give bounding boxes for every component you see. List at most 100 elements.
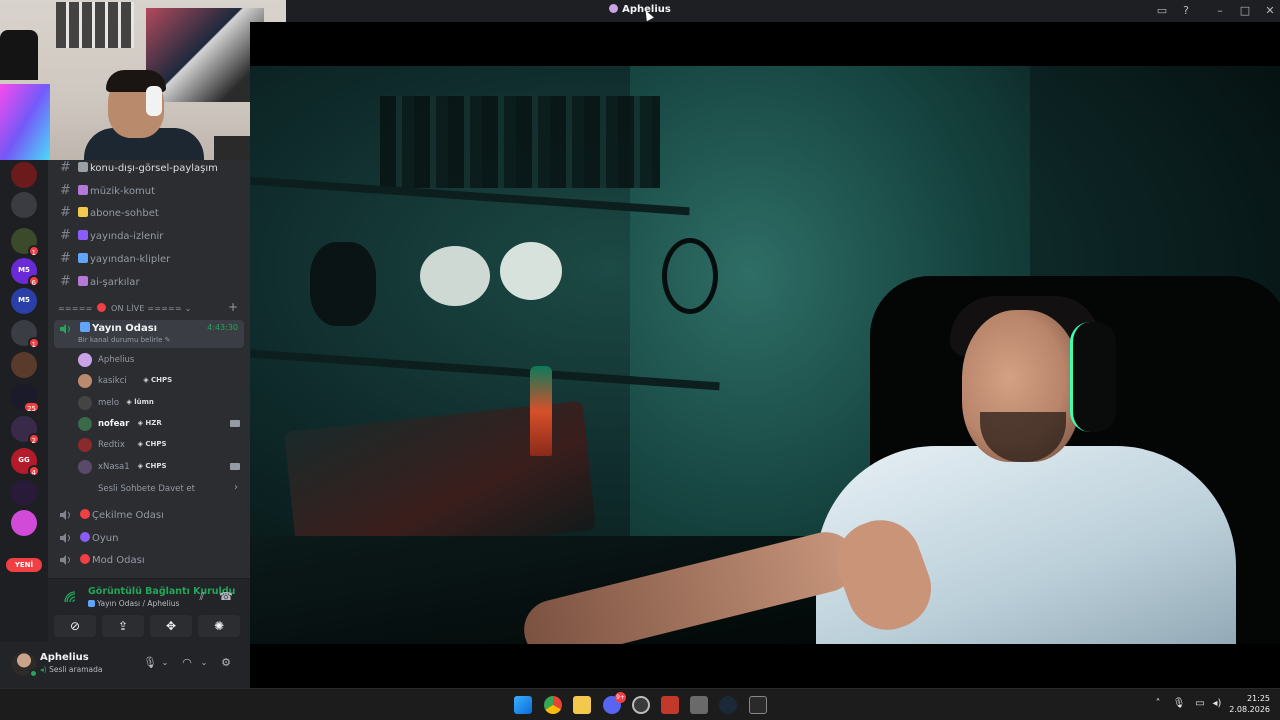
username[interactable]: Aphelius <box>40 652 89 663</box>
chrome-icon[interactable] <box>544 696 562 714</box>
taskbar: 9+ ˄ 🎙 ▭ ◂) 21:25 2.08.2026 <box>0 688 1280 720</box>
new-servers-pill[interactable]: YENİ <box>6 558 42 572</box>
mention-badge: 1 <box>27 337 40 349</box>
server-rail: 1 M5 6 M5 1 25 2 GG 4 YENİ <box>0 160 48 688</box>
channel-emoji-icon <box>78 275 88 286</box>
avatar[interactable] <box>12 652 38 678</box>
activities-button[interactable]: ✥ <box>150 615 192 637</box>
text-channel[interactable]: # müzik-komut <box>56 181 244 201</box>
server-icon[interactable] <box>11 480 37 506</box>
server-icon[interactable] <box>11 192 37 218</box>
discord-icon[interactable]: 9+ <box>603 692 626 714</box>
hashtag-icon: # <box>60 160 71 175</box>
server-icon[interactable]: 25 <box>11 384 40 413</box>
tray-display-icon[interactable]: ▭ <box>1193 697 1207 711</box>
user-tag: ◈ CHPS <box>137 461 167 470</box>
hashtag-icon: # <box>60 273 71 289</box>
tray-mic-icon[interactable]: 🎙 <box>1172 697 1186 711</box>
server-icon[interactable] <box>11 510 37 536</box>
settings-gear-icon[interactable]: ⚙ <box>219 656 233 670</box>
inbox-icon[interactable]: ▭ <box>1154 3 1170 19</box>
start-menu-icon[interactable] <box>514 696 532 714</box>
minimize-button[interactable]: – <box>1212 3 1228 19</box>
voice-channel[interactable]: Oyun <box>54 528 244 548</box>
voice-channel-name: Yayın Odası <box>80 322 157 334</box>
tray-overflow-icon[interactable]: ˄ <box>1151 697 1165 711</box>
server-icon[interactable]: 2 <box>11 416 40 445</box>
hashtag-icon: # <box>60 228 71 244</box>
steam-icon[interactable] <box>719 696 737 714</box>
live-dot-icon <box>97 303 107 312</box>
server-initials: M5 <box>18 296 30 304</box>
stream-stage[interactable] <box>250 22 1280 688</box>
voice-user[interactable]: melo ◈ lümn <box>74 393 244 413</box>
server-icon[interactable]: 1 <box>11 320 40 349</box>
hashtag-icon: # <box>60 250 71 266</box>
maximize-button[interactable]: □ <box>1237 3 1253 19</box>
noise-suppression-icon[interactable]: ⫽ <box>194 589 210 605</box>
avatar <box>78 416 92 431</box>
invite-to-voice[interactable]: Sesli Sohbete Davet et › <box>74 482 244 498</box>
text-channel[interactable]: # yayında-izlenir <box>56 226 244 246</box>
voice-user[interactable]: nofear ◈ HZR <box>74 414 244 434</box>
mention-badge: 4 <box>27 465 40 477</box>
server-icon[interactable]: GG 4 <box>11 448 40 477</box>
soundboard-button[interactable]: ✺ <box>198 615 240 637</box>
server-initials: M5 <box>18 266 30 274</box>
avatar <box>78 395 92 410</box>
voice-user[interactable]: Aphelius <box>74 350 244 370</box>
speaker-icon <box>60 324 70 334</box>
obs-icon[interactable] <box>632 696 650 714</box>
headphones-icon[interactable]: ◠ <box>180 656 194 670</box>
voice-state: Görüntülü Bağlantı Kuruldu <box>88 586 236 597</box>
user-status: ◂) Sesli aramada <box>40 665 103 674</box>
screen-share-button[interactable]: ⇪ <box>102 615 144 637</box>
category-on-live[interactable]: ===== ON LİVE ===== ⌄ <box>58 303 192 313</box>
close-button[interactable]: ✕ <box>1262 3 1278 19</box>
voice-timer: 4:43:30 <box>207 323 238 332</box>
create-channel-button[interactable]: + <box>228 300 238 314</box>
voice-user[interactable]: kasikci ◈ CHPS <box>74 371 244 391</box>
system-clock[interactable]: 21:25 2.08.2026 <box>1229 693 1270 715</box>
text-channel[interactable]: # abone-sohbet <box>56 203 244 223</box>
channel-status[interactable]: Bir kanal durumu belirle ✎ <box>78 336 171 344</box>
avatar <box>78 374 92 389</box>
voice-channel-yayin-odasi[interactable]: Yayın Odası Bir kanal durumu belirle ✎ 4… <box>54 320 244 348</box>
voice-user[interactable]: xNasa1 ◈ CHPS <box>74 457 244 477</box>
tray-volume-icon[interactable]: ◂) <box>1210 697 1224 711</box>
user-tag: ◈ CHPS <box>143 376 173 385</box>
app-icon-red[interactable] <box>661 696 679 714</box>
text-channel[interactable]: # konu-dışı-görsel-paylaşım <box>56 158 244 178</box>
hashtag-icon: # <box>60 182 71 198</box>
chevron-down-icon[interactable]: ⌄ <box>158 656 172 670</box>
text-channel[interactable]: # ai-şarkılar <box>56 272 244 292</box>
channel-emoji-icon <box>78 184 88 195</box>
help-icon[interactable]: ? <box>1178 3 1194 19</box>
voice-user[interactable]: Redtix ◈ CHPS <box>74 435 244 455</box>
app-icon-gray[interactable] <box>690 696 708 714</box>
online-status-icon <box>29 669 38 678</box>
voice-username: nofear <box>98 418 130 429</box>
voice-connection-panel: Görüntülü Bağlantı Kuruldu Yayın Odası /… <box>48 578 250 642</box>
stream-video[interactable] <box>250 66 1280 644</box>
epic-games-icon[interactable] <box>749 696 767 714</box>
server-icon[interactable] <box>11 352 37 378</box>
voice-location[interactable]: Yayın Odası / Aphelius <box>88 599 179 608</box>
chevron-down-icon[interactable]: ⌄ <box>197 656 211 670</box>
server-icon[interactable]: M5 6 <box>11 258 40 287</box>
microphone-icon[interactable]: 🎙 <box>143 656 157 670</box>
speaker-icon <box>60 532 70 543</box>
camera-icon <box>230 462 240 470</box>
text-channel[interactable]: # yayından-klipler <box>56 249 244 269</box>
voice-channel[interactable]: Çekilme Odası <box>54 505 244 525</box>
file-explorer-icon[interactable] <box>573 696 591 714</box>
app-icon <box>609 4 619 13</box>
voice-channel[interactable]: Mod Odası <box>54 550 244 570</box>
channel-emoji-icon <box>80 509 90 519</box>
camera-toggle-button[interactable]: ⊘ <box>54 615 96 637</box>
server-icon[interactable]: 1 <box>11 228 40 257</box>
server-icon[interactable] <box>11 162 37 188</box>
disconnect-icon[interactable]: ☎ <box>218 589 234 605</box>
server-icon[interactable]: M5 <box>11 288 37 314</box>
channel-emoji-icon <box>78 230 88 241</box>
